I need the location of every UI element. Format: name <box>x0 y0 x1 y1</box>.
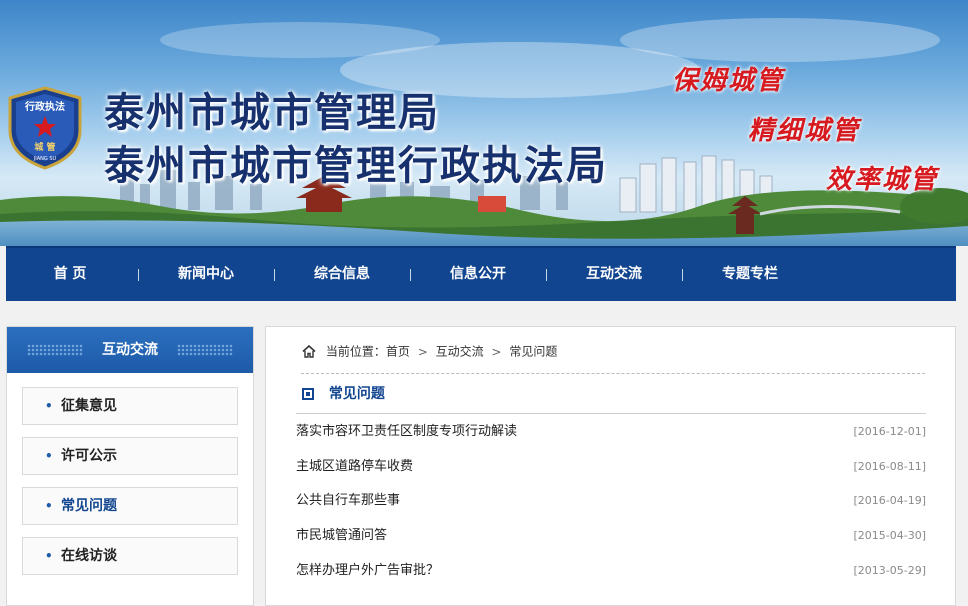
sidebar-item-collect-opinions[interactable]: • 征集意见 <box>22 387 238 425</box>
site-title-line1: 泰州市城市管理局 <box>104 89 440 136</box>
slogan-2: 精细城管 <box>748 116 861 146</box>
chevron-right-icon: > <box>491 344 502 359</box>
slogan-1: 保姆城管 <box>672 66 785 96</box>
sidebar-item-faq[interactable]: • 常见问题 <box>22 487 238 525</box>
city-management-badge-logo: 行政执法 城 管 JIANG SU <box>8 86 82 170</box>
bullet-icon: • <box>45 449 53 463</box>
breadcrumb-label: 当前位置： <box>325 344 386 359</box>
article-link[interactable]: 主城区道路停车收费 <box>296 457 413 477</box>
list-item: 落实市容环卫责任区制度专项行动解读 [2016-12-01] <box>296 422 926 442</box>
nav-item-news[interactable]: 新闻中心 <box>146 248 266 301</box>
sidebar-header: 互动交流 <box>7 327 253 373</box>
sidebar-item-label: 常见问题 <box>61 498 117 514</box>
divider <box>301 373 925 374</box>
section-title-text: 常见问题 <box>328 386 385 402</box>
nav-divider <box>682 269 683 281</box>
bullet-icon: • <box>45 499 53 513</box>
sidebar-item-label: 许可公示 <box>61 448 117 464</box>
header-banner: 行政执法 城 管 JIANG SU 泰州市城市管理局 泰州市城市管理行政执法局 … <box>0 0 968 246</box>
article-link[interactable]: 落实市容环卫责任区制度专项行动解读 <box>296 422 517 442</box>
nav-item-interaction[interactable]: 互动交流 <box>554 248 674 301</box>
list-item: 主城区道路停车收费 [2016-08-11] <box>296 457 926 477</box>
nav-item-info-disclosure[interactable]: 信息公开 <box>418 248 538 301</box>
nav-divider <box>410 269 411 281</box>
breadcrumb-current[interactable]: 常见问题 <box>509 345 557 359</box>
article-date: [2013-05-29] <box>853 564 926 577</box>
article-date: [2016-08-11] <box>853 460 926 473</box>
article-link[interactable]: 怎样办理户外广告审批？ <box>296 561 439 581</box>
list-item: 公共自行车那些事 [2016-04-19] <box>296 491 926 511</box>
section-title: 常见问题 <box>302 384 385 404</box>
sidebar: 互动交流 • 征集意见 • 许可公示 • 常见问题 • 在线访谈 <box>6 326 254 606</box>
chevron-right-icon: > <box>417 344 428 359</box>
sidebar-header-title: 互动交流 <box>102 342 158 358</box>
nav-item-home[interactable]: 首 页 <box>10 248 130 301</box>
article-date: [2016-12-01] <box>853 425 926 438</box>
nav-divider <box>546 269 547 281</box>
bullet-icon: • <box>45 549 53 563</box>
nav-item-special-topics[interactable]: 专题专栏 <box>690 248 810 301</box>
article-date: [2015-04-30] <box>853 529 926 542</box>
list-item: 怎样办理户外广告审批？ [2013-05-29] <box>296 561 926 581</box>
site-title-line2: 泰州市城市管理行政执法局 <box>104 142 608 189</box>
list-item: 市民城管通问答 [2015-04-30] <box>296 526 926 546</box>
sidebar-item-license-publicity[interactable]: • 许可公示 <box>22 437 238 475</box>
divider <box>296 413 926 414</box>
breadcrumb-home[interactable]: 首页 <box>386 345 410 359</box>
badge-middle-text: 城 管 <box>34 141 55 153</box>
badge-top-text: 行政执法 <box>24 100 65 113</box>
nav-divider <box>274 269 275 281</box>
breadcrumb-interaction[interactable]: 互动交流 <box>436 345 484 359</box>
decorative-dots <box>177 344 233 356</box>
decorative-dots <box>27 344 83 356</box>
article-date: [2016-04-19] <box>853 494 926 507</box>
nav-item-general-info[interactable]: 综合信息 <box>282 248 402 301</box>
main-nav: 首 页 新闻中心 综合信息 信息公开 互动交流 专题专栏 <box>6 246 956 301</box>
article-link[interactable]: 公共自行车那些事 <box>296 491 400 511</box>
square-icon <box>302 388 314 400</box>
nav-divider <box>138 269 139 281</box>
bullet-icon: • <box>45 399 53 413</box>
slogan-3: 效率城管 <box>826 165 939 195</box>
breadcrumb: 当前位置：首页 > 互动交流 > 常见问题 <box>302 343 557 359</box>
badge-bottom-text: JIANG SU <box>33 156 57 162</box>
home-icon <box>302 345 316 358</box>
sidebar-item-online-interview[interactable]: • 在线访谈 <box>22 537 238 575</box>
article-link[interactable]: 市民城管通问答 <box>296 526 387 546</box>
sidebar-item-label: 在线访谈 <box>61 548 117 564</box>
sidebar-item-label: 征集意见 <box>61 398 117 414</box>
content-panel: 当前位置：首页 > 互动交流 > 常见问题 常见问题 落实市容环卫责任区制度专项… <box>265 326 956 606</box>
